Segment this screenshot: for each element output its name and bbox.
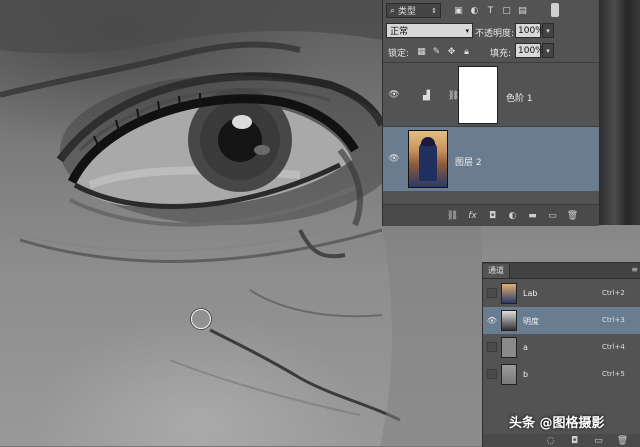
blend-mode-label: 正常: [390, 27, 409, 37]
visibility-eye-icon[interactable]: 👁︎: [487, 315, 497, 325]
new-adjustment-icon[interactable]: ◐: [507, 210, 518, 221]
new-layer-icon[interactable]: ▭: [547, 210, 558, 221]
fill-value: 100%: [518, 45, 544, 56]
layer-style-icon[interactable]: fx: [467, 210, 478, 221]
opacity-input[interactable]: 100%: [515, 23, 544, 38]
visibility-eye-icon[interactable]: 👁︎: [388, 154, 400, 164]
channel-thumbnail: [501, 364, 517, 385]
channel-name: Lab: [523, 289, 538, 298]
lock-label: 锁定:: [388, 49, 410, 59]
panel-menu-icon[interactable]: ≡: [631, 265, 638, 274]
channel-name: b: [523, 370, 529, 379]
channel-thumbnail: [501, 337, 517, 358]
visibility-eye-icon[interactable]: 👁︎: [388, 90, 400, 100]
channel-visibility-box[interactable]: [487, 369, 497, 379]
watermark: 头条 @图格摄影: [509, 416, 605, 431]
blend-mode-dropdown[interactable]: 正常 ▾: [386, 23, 473, 38]
search-icon: ⌕: [390, 5, 396, 16]
layers-bottom-bar: ⛓︎ fx ◘ ◐ ▬ ▭ 🗑︎: [383, 204, 599, 226]
channel-shortcut: Ctrl+5: [602, 370, 625, 378]
opacity-value: 100%: [518, 25, 544, 36]
delete-channel-icon[interactable]: 🗑︎: [617, 435, 628, 446]
fill-slider-button[interactable]: ▾: [542, 43, 554, 58]
new-channel-icon[interactable]: ▭: [593, 435, 604, 446]
shape-filter-icon[interactable]: ▢: [501, 5, 512, 16]
chevron-icon: ⇕: [431, 6, 437, 15]
lock-transparent-icon[interactable]: ▦: [416, 46, 427, 57]
smart-object-filter-icon[interactable]: ▤: [517, 5, 528, 16]
save-selection-icon[interactable]: ◘: [569, 435, 580, 446]
layers-panel: ⌕ 类型 ⇕ ▣ ◐ T ▢ ▤ 正常 ▾ 不透明度: 100% ▾ 锁定: ▦…: [382, 0, 599, 226]
channel-row-lab[interactable]: Lab Ctrl+2: [483, 280, 640, 307]
thumbnail-figure: [419, 141, 437, 181]
lock-pixels-icon[interactable]: ✎: [431, 46, 442, 57]
channel-row-b[interactable]: b Ctrl+5: [483, 361, 640, 388]
layer-name: 图层 2: [455, 158, 482, 168]
channel-shortcut: Ctrl+2: [602, 289, 625, 297]
chevron-down-icon: ▾: [465, 26, 469, 35]
adjustment-filter-icon[interactable]: ◐: [469, 5, 480, 16]
brush-cursor: [191, 309, 211, 329]
lock-position-icon[interactable]: ✥: [446, 46, 457, 57]
channel-name: a: [523, 343, 528, 352]
layer-row-layer2[interactable]: 👁︎ 图层 2: [383, 126, 599, 191]
delete-layer-icon[interactable]: 🗑︎: [567, 210, 578, 221]
channel-thumbnail: [501, 283, 517, 304]
fill-input[interactable]: 100%: [515, 43, 544, 58]
fill-label: 填充:: [490, 49, 512, 59]
channel-row-lightness[interactable]: 👁︎ 明度 Ctrl+3: [483, 307, 640, 334]
layer-thumbnail[interactable]: [408, 130, 448, 188]
layer-mask-thumbnail[interactable]: [458, 66, 498, 124]
new-group-icon[interactable]: ▬: [527, 210, 538, 221]
channels-tab-bar: 通道 ≡: [483, 263, 640, 279]
thumbnail-hat: [421, 137, 435, 146]
pixel-filter-icon[interactable]: ▣: [453, 5, 464, 16]
layer-name: 色阶 1: [506, 94, 533, 104]
channel-shortcut: Ctrl+4: [602, 343, 625, 351]
load-selection-icon[interactable]: ◌: [545, 435, 556, 446]
opacity-slider-button[interactable]: ▾: [542, 23, 554, 38]
lock-all-icon[interactable]: 🔒︎: [461, 46, 472, 57]
type-filter-icon[interactable]: T: [485, 5, 496, 16]
channel-row-a[interactable]: a Ctrl+4: [483, 334, 640, 361]
channel-visibility-box[interactable]: [487, 342, 497, 352]
levels-adjustment-icon: ▟: [423, 90, 430, 101]
tab-channels[interactable]: 通道: [483, 264, 510, 278]
add-mask-icon[interactable]: ◘: [487, 210, 498, 221]
filter-toggle-icon[interactable]: [551, 3, 559, 17]
chevron-down-icon: ▾: [546, 46, 550, 55]
channel-visibility-box[interactable]: [487, 288, 497, 298]
channels-bottom-bar: ◌ ◘ ▭ 🗑︎: [483, 434, 640, 447]
layer-row-levels[interactable]: 👁︎ ▟ ⛓︎ 色阶 1: [383, 62, 599, 127]
channel-thumbnail: [501, 310, 517, 331]
channel-shortcut: Ctrl+3: [602, 316, 625, 324]
layer-filter-label: 类型: [398, 7, 417, 17]
link-layers-icon[interactable]: ⛓︎: [447, 210, 458, 221]
opacity-label: 不透明度:: [475, 29, 515, 39]
canvas-right-strip: [598, 0, 640, 225]
layer-filter-dropdown[interactable]: ⌕ 类型 ⇕: [386, 3, 441, 18]
channel-name: 明度: [523, 317, 539, 326]
chevron-down-icon: ▾: [546, 26, 550, 35]
